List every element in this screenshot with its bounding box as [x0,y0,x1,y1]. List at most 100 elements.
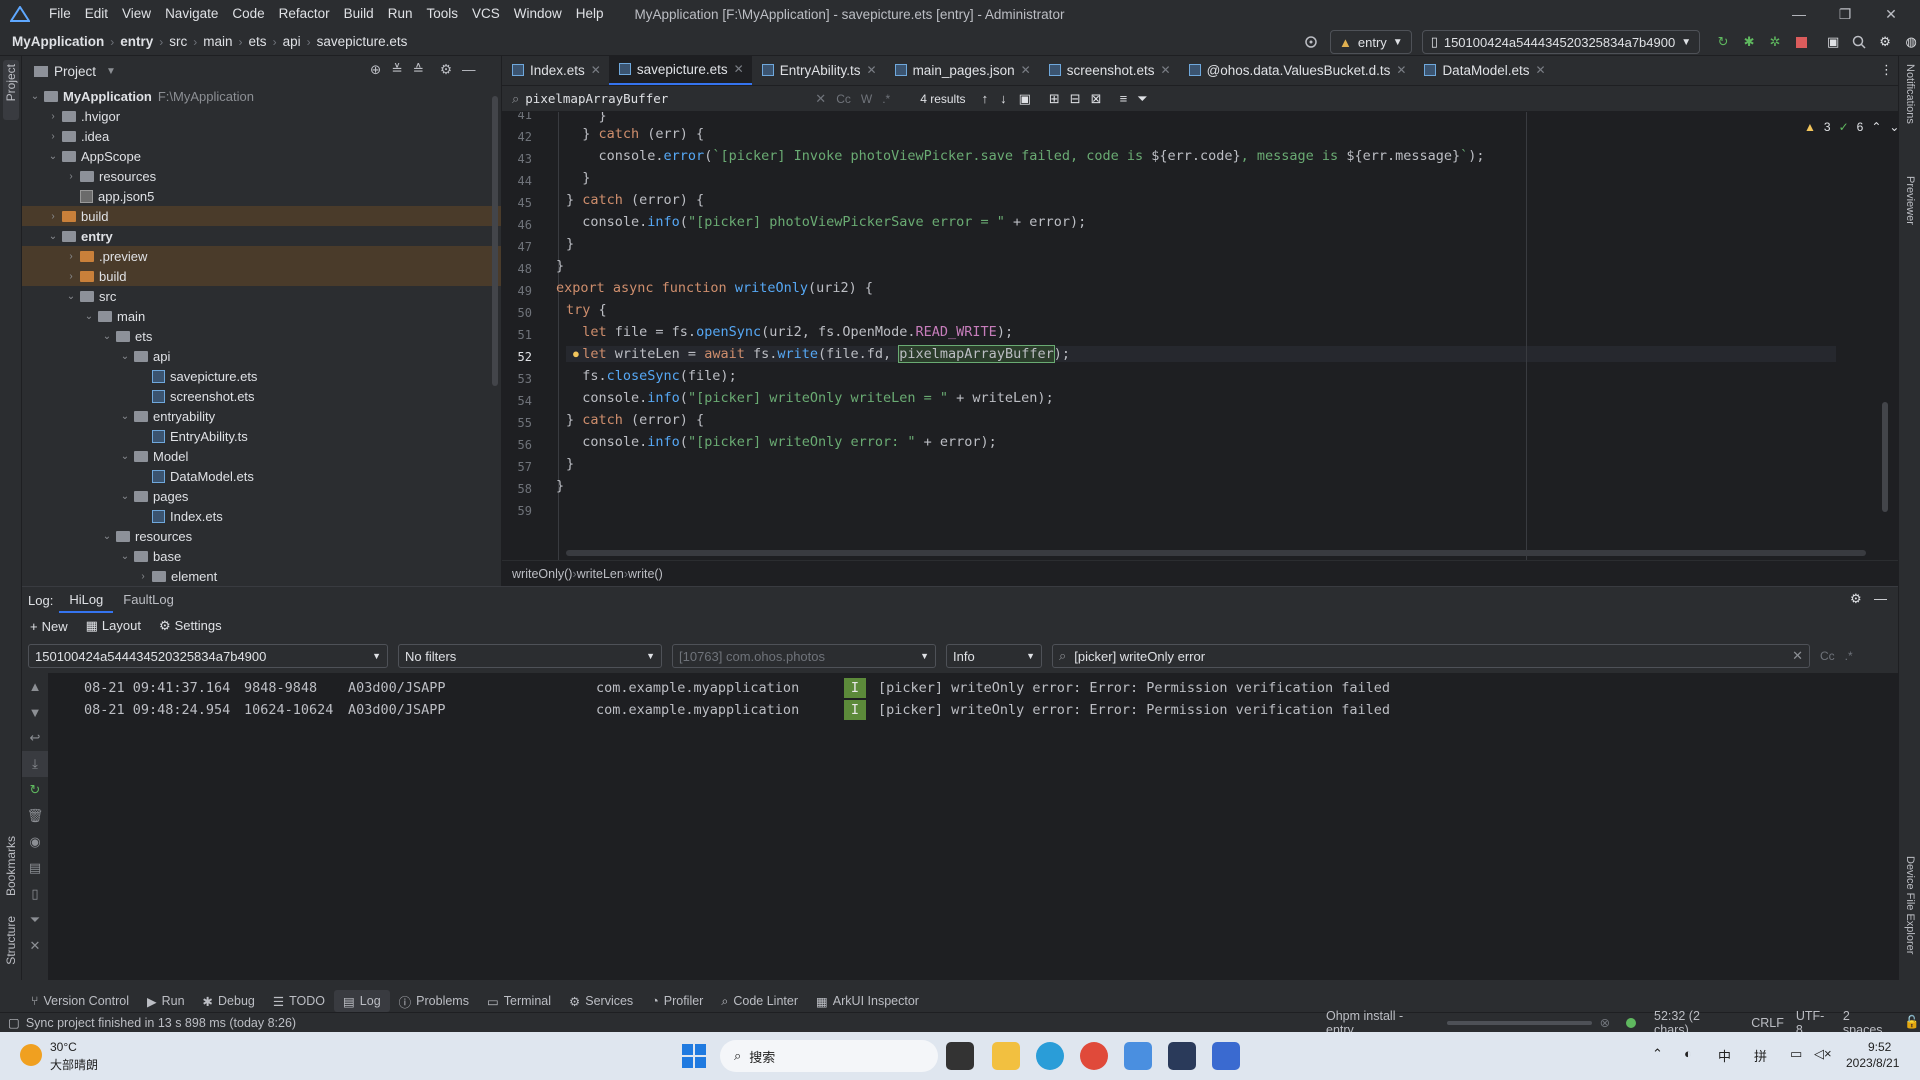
close-icon[interactable]: ✕ [867,63,877,77]
editor-vertical-scrollbar[interactable] [1882,402,1888,512]
chevron-down-icon[interactable]: ⌄ [1889,120,1898,134]
close-icon[interactable]: ✕ [1161,63,1171,77]
chevron-up-icon[interactable]: ⌃ [1871,120,1881,134]
code-breadcrumb-item[interactable]: writeLen [577,567,624,581]
editor-tab[interactable]: Index.ets ✕ [502,55,609,85]
add-selection-icon[interactable]: ⊞ [1049,91,1060,107]
volume-icon[interactable]: ◁× [1814,1046,1832,1062]
log-search-input[interactable]: ⌕ [picker] writeOnly error ✕ [1052,644,1810,668]
editor-tab[interactable]: main_pages.json ✕ [885,55,1039,85]
tree-item[interactable]: › build [22,206,501,226]
bookmarks-tool-label[interactable]: Bookmarks [4,836,18,896]
target-icon[interactable] [1300,31,1322,53]
previewer-tool-label[interactable]: Previewer [1904,176,1916,225]
run-config-selector[interactable]: ▲ entry ▼ [1330,30,1412,54]
tool-window-todo[interactable]: ☰ TODO [264,990,334,1012]
cancel-task-icon[interactable]: ⊗ [1600,1015,1610,1030]
account-icon[interactable]: ◍ [1900,31,1920,53]
screenshot-icon[interactable]: ◉ [22,829,48,855]
chevron-down-icon[interactable]: ⌄ [46,151,60,162]
regex-icon[interactable]: .* [1845,649,1853,663]
select-all-icon[interactable]: ⊠ [1091,91,1102,107]
network-icon[interactable]: ◐ [1684,1046,1692,1061]
code-breadcrumb-item[interactable]: writeOnly() [512,567,572,581]
tool-window-run[interactable]: ▶ Run [138,990,194,1012]
log-tab-faultlog[interactable]: FaultLog [113,587,184,613]
chevron-down-icon[interactable]: ⌄ [118,491,132,502]
chevron-down-icon[interactable]: ⌄ [118,411,132,422]
tree-item[interactable]: ⌄ entry [22,226,501,246]
close-icon[interactable]: ✕ [1021,63,1031,77]
tree-item[interactable]: screenshot.ets [22,386,501,406]
log-filter-select[interactable]: No filters ▼ [398,644,662,668]
tree-item[interactable]: › .preview [22,246,501,266]
chevron-right-icon[interactable]: › [46,131,60,142]
device-selector[interactable]: ▯ 150100424a544434520325834a7b4900 ▼ [1421,30,1701,54]
lightbulb-icon[interactable]: ● [572,346,580,361]
menu-item-tools[interactable]: Tools [419,0,465,28]
chevron-down-icon[interactable]: ⌄ [100,331,114,342]
filter-icon[interactable]: ⏷ [1137,91,1147,107]
stop-icon[interactable] [1790,31,1812,53]
tree-item[interactable]: ⌄ pages [22,486,501,506]
filter-icon[interactable]: ⏷ [22,907,48,933]
task-view-icon[interactable] [946,1042,974,1070]
inspection-widget[interactable]: ▲ 3 ✓ 6 ⌃ ⌄ [1804,120,1898,134]
tool-window-code-linter[interactable]: ⌕ Code Linter [712,990,807,1012]
tree-scrollbar[interactable] [492,96,498,386]
tree-item[interactable]: › .hvigor [22,106,501,126]
lock-icon[interactable]: 🔓 [1904,1015,1920,1030]
tree-item[interactable]: ⌄ resources [22,526,501,546]
clock-date[interactable]: 2023/8/21 [1846,1056,1899,1070]
soft-wrap-icon[interactable]: ↩ [22,725,48,751]
hide-panel-icon[interactable]: — [462,62,476,78]
tree-item[interactable]: Index.ets [22,506,501,526]
device-file-explorer-label[interactable]: Device File Explorer [1904,856,1916,954]
tool-window-terminal[interactable]: ▭ Terminal [478,990,560,1012]
scroll-up-icon[interactable]: ▲ [22,673,48,699]
debug-icon[interactable]: ✱ [1738,31,1760,53]
breadcrumb-item[interactable]: ets [245,34,271,49]
tool-window-arkui-inspector[interactable]: ▦ ArkUI Inspector [807,990,928,1012]
taskbar-search[interactable]: ⌕ 搜索 [720,1040,938,1072]
chevron-down-icon[interactable]: ⌄ [46,231,60,242]
tray-expand-icon[interactable]: ⌃ [1652,1046,1663,1062]
breadcrumb-item[interactable]: savepicture.ets [313,34,412,49]
tree-item[interactable]: EntryAbility.ts [22,426,501,446]
previous-occurrence-icon[interactable]: ↑ [982,91,989,106]
tree-item[interactable]: › .idea [22,126,501,146]
menu-item-view[interactable]: View [115,0,158,28]
tree-item[interactable]: › resources [22,166,501,186]
tree-item[interactable]: › element [22,566,501,586]
ime-mode-1[interactable]: 中 [1718,1046,1731,1065]
select-all-occurrences-icon[interactable]: ▣ [1019,91,1031,107]
rerun-icon[interactable]: ↻ [1712,31,1734,53]
notifications-tool-label[interactable]: Notifications [1904,64,1916,124]
weather-icon[interactable] [20,1044,42,1066]
edge-browser-icon[interactable] [1036,1042,1064,1070]
chevron-down-icon[interactable]: ⌄ [118,551,132,562]
tree-item[interactable]: ⌄ src [22,286,501,306]
save-icon[interactable]: ▤ [22,855,48,881]
menu-item-vcs[interactable]: VCS [465,0,507,28]
ime-mode-2[interactable]: 拼 [1754,1046,1767,1065]
chevron-down-icon[interactable]: ⌄ [64,291,78,302]
regex-icon[interactable]: .* [882,92,890,106]
match-case-icon[interactable]: Cc [836,92,851,106]
restore-button[interactable]: ❐ [1822,0,1868,28]
line-separator[interactable]: CRLF [1751,1016,1784,1030]
notepad-icon[interactable] [1212,1042,1240,1070]
structure-tool-label[interactable]: Structure [4,916,18,965]
editor-tab[interactable]: screenshot.ets ✕ [1039,55,1179,85]
menu-item-run[interactable]: Run [381,0,420,28]
tree-item[interactable]: › build [22,266,501,286]
tree-item[interactable]: app.json5 [22,186,501,206]
tree-item[interactable]: ⌄ AppScope [22,146,501,166]
editor-horizontal-scrollbar[interactable] [566,550,1866,556]
scroll-to-end-icon[interactable]: ⤓ [22,751,48,777]
tool-window-problems[interactable]: ⓘ Problems [390,990,478,1012]
layout-button[interactable]: ▦ Layout [86,618,141,634]
editor-tab[interactable]: EntryAbility.ts ✕ [752,55,885,85]
expand-all-icon[interactable]: ≚ [391,62,402,78]
restart-icon[interactable]: ↻ [22,777,48,803]
